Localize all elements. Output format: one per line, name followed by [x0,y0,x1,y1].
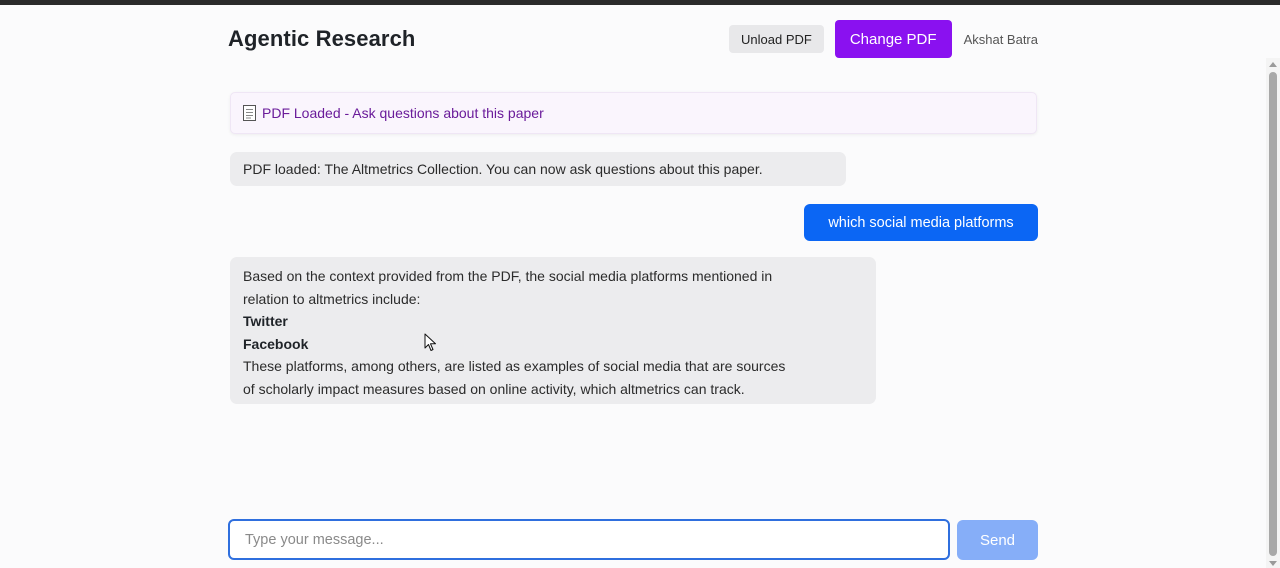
user-name: Akshat Batra [963,31,1038,47]
assistant-message: Based on the context provided from the P… [230,257,876,404]
assistant-text-line: relation to altmetrics include: [243,290,421,307]
platform-item-facebook: Facebook [243,335,309,352]
banner-text: PDF Loaded - Ask questions about this pa… [262,105,544,121]
scroll-up-arrow-icon[interactable] [1269,62,1277,67]
assistant-text-line: These platforms, among others, are liste… [243,358,786,375]
scrollbar-thumb[interactable] [1269,72,1277,556]
scroll-down-arrow-icon[interactable] [1269,561,1277,566]
app-header: Agentic Research Unload PDF Change PDF A… [228,20,1038,58]
platform-item-twitter: Twitter [243,313,288,330]
send-button[interactable]: Send [957,520,1038,560]
pdf-loaded-banner: PDF Loaded - Ask questions about this pa… [230,92,1037,134]
app-title: Agentic Research [228,26,416,51]
unload-pdf-button[interactable]: Unload PDF [729,25,824,53]
assistant-text-line: of scholarly impact measures based on on… [243,380,745,397]
assistant-text-line: Based on the context provided from the P… [243,268,773,284]
header-actions: Unload PDF Change PDF Akshat Batra [729,20,1038,58]
mouse-cursor-icon [424,333,437,352]
browser-top-strip [0,0,1280,5]
change-pdf-button[interactable]: Change PDF [834,20,952,58]
user-message: which social media platforms [804,204,1038,241]
system-message: PDF loaded: The Altmetrics Collection. Y… [230,152,846,186]
message-input[interactable] [228,519,950,560]
document-icon [243,105,256,121]
